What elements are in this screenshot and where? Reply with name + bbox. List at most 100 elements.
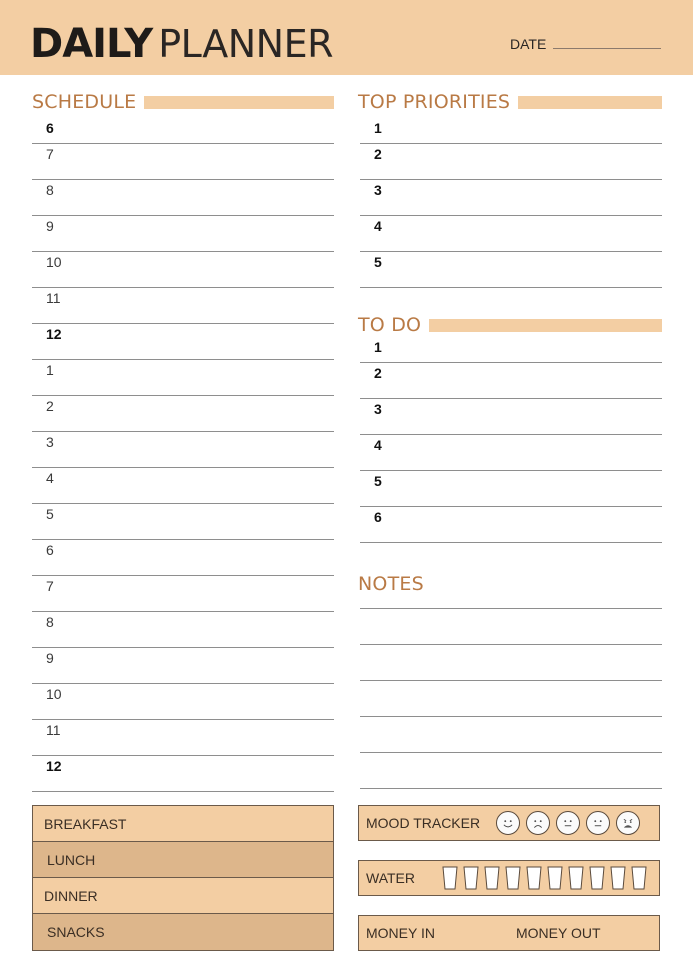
priorities-title: TOP PRIORITIES xyxy=(358,91,511,113)
page-title: DAILY PLANNER xyxy=(30,22,333,66)
todo-row[interactable]: 1 xyxy=(360,337,662,363)
schedule-hour-number: 9 xyxy=(46,650,54,666)
schedule-hour-row[interactable]: 9 xyxy=(32,216,334,252)
schedule-accent-bar xyxy=(144,95,334,109)
notes-line[interactable] xyxy=(360,645,662,681)
priorities-list: 1 2 3 4 5 xyxy=(360,118,662,288)
schedule-hour-number: 11 xyxy=(46,722,61,738)
notes-title: NOTES xyxy=(358,573,424,595)
priority-row[interactable]: 2 xyxy=(360,144,662,180)
meal-lunch[interactable]: LUNCH xyxy=(33,842,333,878)
schedule-hour-row[interactable]: 10 xyxy=(32,684,334,720)
todo-row[interactable]: 6 xyxy=(360,507,662,543)
schedule-title: SCHEDULE xyxy=(32,91,137,113)
todo-number: 4 xyxy=(374,437,382,453)
date-field[interactable] xyxy=(553,48,661,49)
schedule-hour-row[interactable]: 1 xyxy=(32,360,334,396)
water-glass-icon[interactable] xyxy=(547,866,563,890)
schedule-hour-row[interactable]: 12 xyxy=(32,324,334,360)
todo-row[interactable]: 2 xyxy=(360,363,662,399)
water-glass-icon[interactable] xyxy=(568,866,584,890)
schedule-hour-row[interactable]: 6 xyxy=(32,540,334,576)
todo-accent-bar xyxy=(429,318,662,332)
schedule-hour-row[interactable]: 3 xyxy=(32,432,334,468)
schedule-hour-row[interactable]: 9 xyxy=(32,648,334,684)
notes-line[interactable] xyxy=(360,717,662,753)
todo-row[interactable]: 4 xyxy=(360,435,662,471)
priority-number: 3 xyxy=(374,182,382,198)
mood-tracker: MOOD TRACKER xyxy=(358,805,660,841)
todo-row[interactable]: 5 xyxy=(360,471,662,507)
water-glass-icon[interactable] xyxy=(526,866,542,890)
schedule-hour-row[interactable]: 7 xyxy=(32,576,334,612)
priorities-header: TOP PRIORITIES xyxy=(358,91,662,113)
meal-breakfast[interactable]: BREAKFAST xyxy=(33,806,333,842)
todo-list: 1 2 3 4 5 6 xyxy=(360,337,662,543)
schedule-hour-number: 7 xyxy=(46,146,54,162)
todo-number: 6 xyxy=(374,509,382,525)
title-light: PLANNER xyxy=(158,22,333,66)
money-in-label[interactable]: MONEY IN xyxy=(366,925,435,941)
schedule-hour-number: 7 xyxy=(46,578,54,594)
priority-row[interactable]: 4 xyxy=(360,216,662,252)
water-glass-icon[interactable] xyxy=(484,866,500,890)
sad-face-icon[interactable] xyxy=(526,811,551,835)
schedule-hour-row[interactable]: 7 xyxy=(32,144,334,180)
water-glasses xyxy=(442,866,647,890)
schedule-list: 6 7 8 9 10 11 12 1 2 3 4 5 6 7 8 9 10 11 12 xyxy=(32,118,334,792)
notes-header: NOTES xyxy=(358,573,662,595)
todo-number: 3 xyxy=(374,401,382,417)
neutral-face-icon[interactable] xyxy=(556,811,581,835)
happy-face-icon[interactable] xyxy=(496,811,521,835)
schedule-hour-row[interactable]: 11 xyxy=(32,720,334,756)
header-banner: DAILY PLANNER DATE xyxy=(0,0,693,75)
priority-row[interactable]: 3 xyxy=(360,180,662,216)
schedule-hour-row[interactable]: 8 xyxy=(32,612,334,648)
schedule-header: SCHEDULE xyxy=(32,91,334,113)
water-glass-icon[interactable] xyxy=(631,866,647,890)
schedule-hour-row[interactable]: 11 xyxy=(32,288,334,324)
priority-number: 1 xyxy=(374,120,382,136)
todo-number: 1 xyxy=(374,339,382,355)
schedule-hour-row[interactable]: 12 xyxy=(32,756,334,792)
schedule-hour-number: 10 xyxy=(46,254,62,270)
meal-dinner[interactable]: DINNER xyxy=(33,878,333,914)
priority-row[interactable]: 5 xyxy=(360,252,662,288)
schedule-hour-number: 12 xyxy=(46,758,62,774)
money-tracker: MONEY IN MONEY OUT xyxy=(358,915,660,951)
neutral-face-icon[interactable] xyxy=(586,811,611,835)
water-glass-icon[interactable] xyxy=(442,866,458,890)
schedule-hour-number: 9 xyxy=(46,218,54,234)
schedule-hour-row[interactable]: 8 xyxy=(32,180,334,216)
schedule-hour-row[interactable]: 10 xyxy=(32,252,334,288)
notes-line[interactable] xyxy=(360,753,662,789)
schedule-hour-number: 11 xyxy=(46,290,61,306)
todo-header: TO DO xyxy=(358,314,662,336)
schedule-hour-number: 8 xyxy=(46,614,54,630)
todo-title: TO DO xyxy=(358,314,422,336)
schedule-hour-row[interactable]: 6 xyxy=(32,118,334,144)
notes-line[interactable] xyxy=(360,681,662,717)
money-out-label[interactable]: MONEY OUT xyxy=(516,925,601,941)
title-bold: DAILY xyxy=(30,21,153,67)
priority-row[interactable]: 1 xyxy=(360,118,662,144)
water-glass-icon[interactable] xyxy=(505,866,521,890)
angry-face-icon[interactable] xyxy=(616,811,641,835)
todo-row[interactable]: 3 xyxy=(360,399,662,435)
notes-area[interactable] xyxy=(360,608,662,789)
meals-box: BREAKFAST LUNCH DINNER SNACKS xyxy=(32,805,334,951)
schedule-hour-number: 5 xyxy=(46,506,54,522)
priority-number: 5 xyxy=(374,254,382,270)
schedule-hour-number: 6 xyxy=(46,542,54,558)
water-glass-icon[interactable] xyxy=(610,866,626,890)
schedule-hour-row[interactable]: 4 xyxy=(32,468,334,504)
meal-snacks[interactable]: SNACKS xyxy=(33,914,333,950)
schedule-hour-row[interactable]: 5 xyxy=(32,504,334,540)
water-glass-icon[interactable] xyxy=(589,866,605,890)
schedule-hour-row[interactable]: 2 xyxy=(32,396,334,432)
todo-number: 5 xyxy=(374,473,382,489)
water-glass-icon[interactable] xyxy=(463,866,479,890)
mood-faces xyxy=(496,811,641,835)
notes-line[interactable] xyxy=(360,609,662,645)
priorities-accent-bar xyxy=(518,95,662,109)
